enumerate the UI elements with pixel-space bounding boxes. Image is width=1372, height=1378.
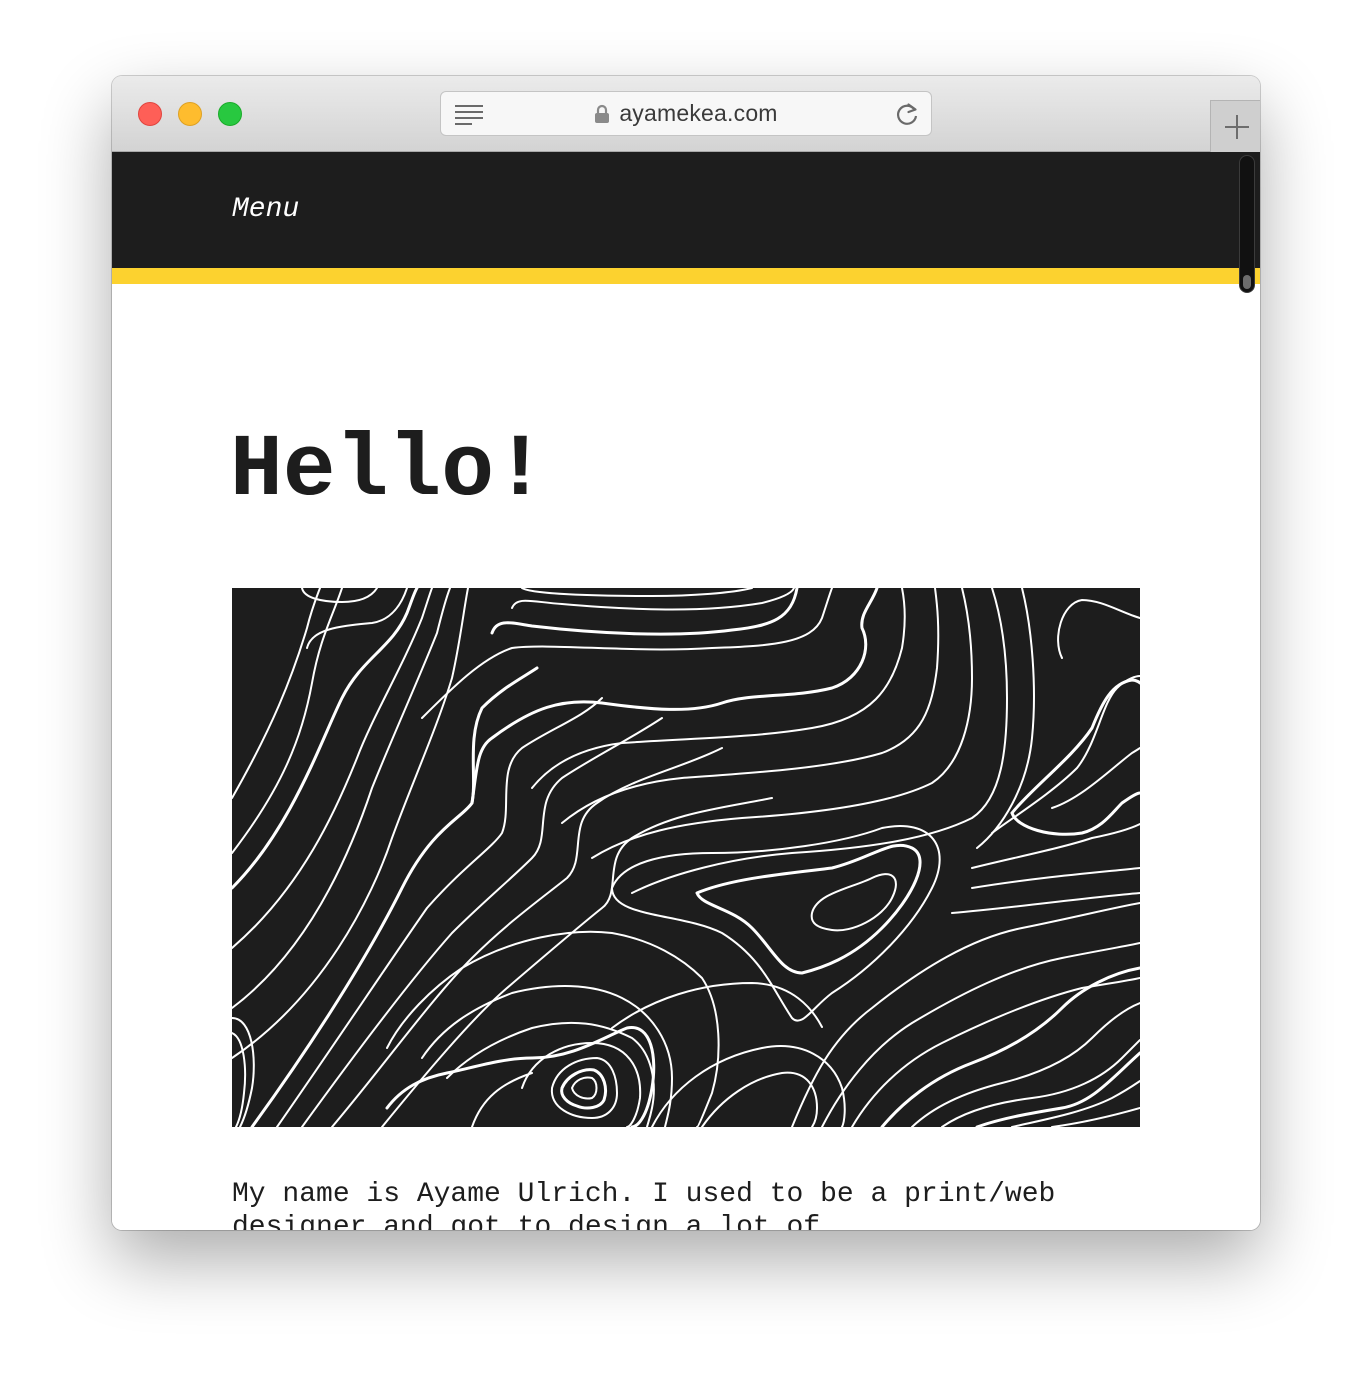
screen: ayamekea.com Menu Hello! My name is Ayam… [0,0,1372,1378]
topographic-pattern [232,588,1140,1127]
site-navbar: Menu [112,152,1260,268]
lock-icon [595,104,610,123]
browser-window: ayamekea.com Menu Hello! My name is Ayam… [112,76,1260,1230]
close-window-button[interactable] [138,102,162,126]
hero-image [232,588,1140,1127]
intro-paragraph: My name is Ayame Ulrich. I used to be a … [232,1179,1056,1230]
accent-stripe [112,268,1260,284]
address-bar[interactable]: ayamekea.com [440,91,932,136]
new-tab-button[interactable] [1210,100,1260,152]
minimize-window-button[interactable] [178,102,202,126]
zoom-window-button[interactable] [218,102,242,126]
menu-link[interactable]: Menu [232,194,299,225]
page-heading: Hello! [230,422,547,521]
web-page: Menu Hello! My name is Ayame Ulrich. I u… [112,152,1260,1230]
plus-icon [1225,115,1249,139]
url-text: ayamekea.com [619,100,778,126]
scrollbar-thumb[interactable] [1243,275,1251,289]
reload-icon[interactable] [894,101,920,127]
scrollbar[interactable] [1239,155,1255,293]
url-field[interactable]: ayamekea.com [441,92,931,135]
browser-toolbar: ayamekea.com [112,76,1260,152]
